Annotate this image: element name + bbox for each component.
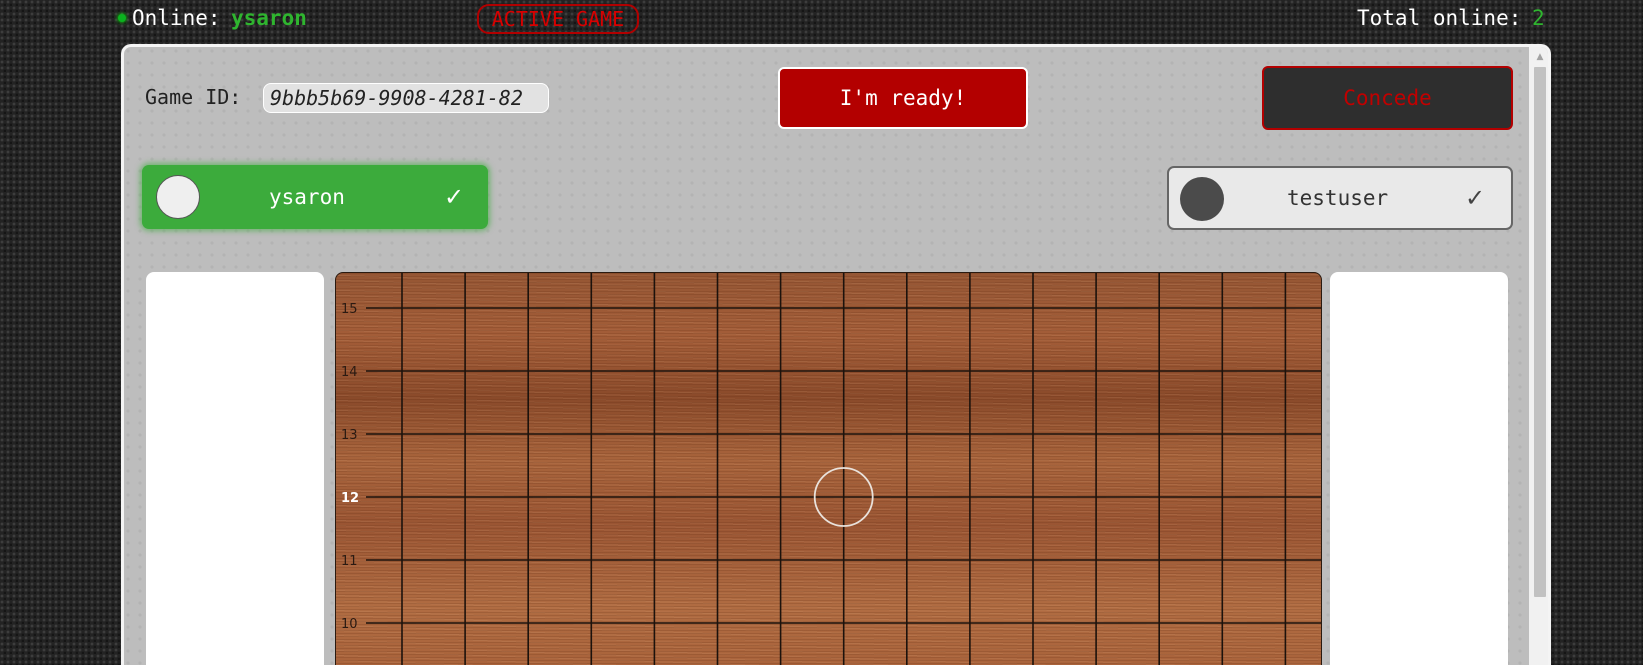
opponent-ready-check-icon: ✓ [1465,184,1486,212]
board-row-label: 15 [341,302,358,317]
board-row-label: 14 [341,365,358,380]
online-status-icon [118,14,126,22]
board-grid[interactable]: 15 14 13 12 11 10 [336,273,1322,665]
board-row-label: 13 [341,428,358,443]
board-row-label: 11 [341,554,358,569]
vertical-scrollbar[interactable]: ▲ [1529,47,1548,665]
black-stone-icon [1180,177,1224,221]
board-row-label: 10 [341,617,358,632]
game-id-field[interactable] [263,83,549,113]
go-board[interactable]: 15 14 13 12 11 10 [335,272,1322,665]
online-label: Online: [132,6,221,30]
current-username: ysaron [231,6,307,30]
ready-button[interactable]: I'm ready! [778,67,1028,129]
game-panel: Game ID: I'm ready! Concede ysaron ✓ tes… [121,44,1551,665]
active-game-badge: ACTIVE GAME [477,4,639,34]
player-name: ysaron [269,185,345,209]
total-online-count: 2 [1532,6,1545,30]
top-bar: Online: ysaron ACTIVE GAME Total online:… [0,0,1643,38]
scroll-thumb[interactable] [1534,67,1546,597]
game-id-label: Game ID: [145,85,242,109]
player-card-self: ysaron ✓ [142,165,488,229]
player-card-opponent: testuser ✓ [1167,166,1513,230]
opponent-name: testuser [1287,186,1389,210]
ready-check-icon: ✓ [444,183,465,211]
captured-stones-tray-right [1330,272,1508,665]
white-stone-icon [156,175,200,219]
captured-stones-tray-left [146,272,324,665]
concede-button[interactable]: Concede [1262,66,1513,130]
board-row-label: 12 [341,491,359,506]
total-online-label: Total online: [1357,6,1522,30]
scroll-up-arrow-icon[interactable]: ▲ [1529,49,1548,65]
